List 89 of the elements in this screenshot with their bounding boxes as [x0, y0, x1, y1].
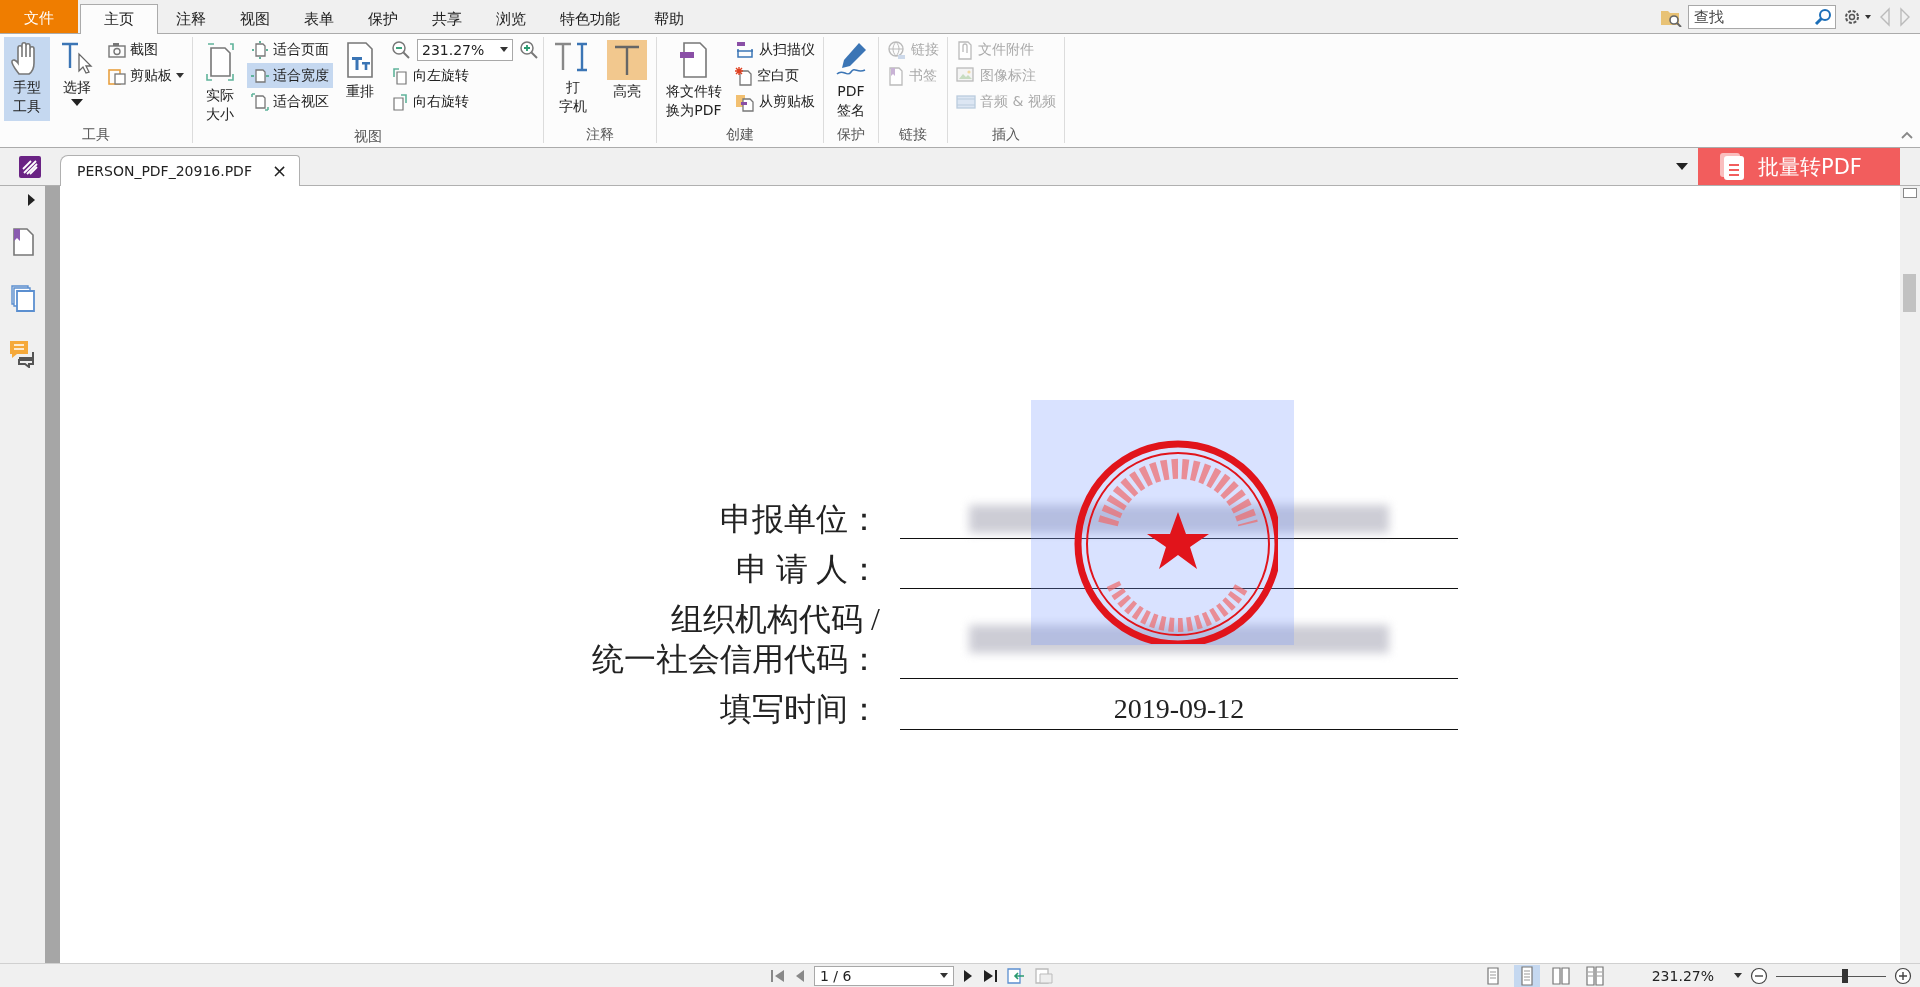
toolbar-button[interactable]: 适合页面	[247, 37, 333, 62]
caret-icon	[176, 72, 184, 79]
form-label: 填写时间：	[719, 690, 880, 729]
field-value: 2019-09-12	[1113, 692, 1245, 726]
pages-icon[interactable]	[9, 284, 36, 312]
toolbar-button[interactable]: 向右旋转	[387, 89, 539, 114]
zoom-dropdown[interactable]: 231.27%	[417, 38, 513, 61]
toolbar-button[interactable]: 从剪贴板	[731, 89, 819, 114]
toolbar-button[interactable]: 截图	[104, 37, 188, 62]
form-label: 申报单位：	[719, 500, 880, 539]
expand-arrow-icon[interactable]	[27, 194, 36, 206]
two-page-continuous-icon	[1584, 965, 1605, 986]
page-number-field[interactable]: 1 / 6	[814, 965, 954, 986]
tab-title: PERSON_PDF_20916.PDF	[77, 163, 252, 179]
menu-tab[interactable]: 帮助	[638, 5, 700, 33]
toolbar-button[interactable]: 空白页	[731, 63, 819, 88]
film-strip-icon	[956, 93, 976, 110]
blank-page-icon	[735, 65, 753, 86]
menu-tab[interactable]: 视图	[224, 5, 286, 33]
zoom-out-icon[interactable]	[391, 39, 411, 60]
fit-page-icon	[251, 40, 269, 59]
menu-tab[interactable]: 表单	[288, 5, 350, 33]
last-page-icon[interactable]	[982, 968, 998, 983]
app-logo-icon[interactable]	[19, 155, 41, 178]
collapse-ribbon-icon[interactable]	[1900, 130, 1914, 140]
toolbar-button[interactable]: 实际 大小	[197, 37, 243, 127]
fit-visible-icon	[251, 92, 269, 111]
previous-page-icon[interactable]	[794, 968, 806, 983]
toolbar-button[interactable]: 重排	[337, 37, 383, 121]
scanner-icon	[735, 40, 755, 59]
toolbar-button[interactable]: 选择	[54, 37, 100, 121]
form-label: 组织机构代码 / 统一社会信用代码：	[591, 600, 880, 679]
highlight-text-icon	[607, 40, 647, 80]
toolbar-button[interactable]: 手型 工具	[4, 37, 50, 121]
toolbar-button[interactable]: 适合宽度	[247, 63, 333, 88]
caret-icon	[1734, 972, 1742, 979]
menu-tab[interactable]: 注释	[160, 5, 222, 33]
globe-link-icon	[887, 39, 907, 60]
rotate-left-icon	[391, 66, 409, 85]
rotate-right-icon	[391, 92, 409, 111]
group-label: 创建	[725, 125, 755, 143]
first-page-icon[interactable]	[770, 968, 786, 983]
search-icon[interactable]	[1814, 7, 1832, 26]
caret-icon[interactable]	[940, 972, 948, 979]
group-label: 保护	[836, 125, 866, 143]
menu-tab[interactable]: 共享	[416, 5, 478, 33]
caret-icon[interactable]	[1676, 163, 1688, 171]
toolbar-button[interactable]: PDF 签名	[828, 37, 874, 123]
toolbar-button[interactable]: 打 字机	[548, 37, 598, 121]
form-label: 申 请 人：	[735, 550, 880, 589]
menu-tab[interactable]: 浏览	[480, 5, 542, 33]
group-label: 工具	[81, 125, 111, 143]
document-icon	[1720, 152, 1746, 181]
zoom-out-icon[interactable]	[1750, 966, 1768, 985]
bookmark-page-icon	[887, 65, 905, 86]
close-button[interactable]: ×	[269, 162, 290, 180]
toolbar-button[interactable]: 将文件转 换为PDF	[661, 37, 727, 123]
search-field[interactable]: 查找	[1688, 4, 1836, 29]
previous-view-icon[interactable]	[1006, 967, 1026, 984]
zoom-in-icon[interactable]	[519, 39, 539, 60]
group-label: 视图	[353, 127, 383, 145]
bookmark-icon[interactable]	[10, 228, 35, 256]
toolbar-button[interactable]: 高亮	[602, 37, 652, 121]
toolbar-button[interactable]: 剪贴板	[104, 63, 188, 88]
group-label: 链接	[898, 125, 928, 143]
menu-tab[interactable]: 保护	[352, 5, 414, 33]
zoom-in-icon[interactable]	[1894, 966, 1912, 985]
group-label: 注释	[585, 125, 615, 143]
paperclip-page-icon	[956, 39, 974, 60]
two-page-icon	[1550, 965, 1571, 986]
caret-icon[interactable]	[500, 46, 508, 53]
text-cursor-icon	[59, 40, 95, 76]
comments-icon[interactable]	[8, 340, 37, 368]
toolbar-button[interactable]: 向左旋转	[387, 63, 539, 88]
menu-tab[interactable]: 特色功能	[544, 5, 636, 33]
zoom-slider[interactable]	[1776, 968, 1886, 983]
caret-icon	[71, 99, 83, 107]
menu-tab[interactable]: 主页	[80, 4, 158, 34]
document-tab[interactable]: PERSON_PDF_20916.PDF ×	[60, 155, 301, 186]
camera-icon	[108, 41, 126, 58]
toolbar-button[interactable]: 从扫描仪	[731, 37, 819, 62]
clipboard-icon	[108, 66, 126, 85]
next-page-icon[interactable]	[962, 968, 974, 983]
view-mode-button[interactable]	[1513, 964, 1540, 987]
zoom-dropdown[interactable]: 231.27%	[1651, 967, 1742, 984]
group-label: 插入	[990, 125, 1021, 143]
toolbar-button[interactable]: 适合视区	[247, 89, 333, 114]
fit-width-icon	[251, 66, 269, 85]
slider-thumb[interactable]	[1842, 968, 1849, 983]
